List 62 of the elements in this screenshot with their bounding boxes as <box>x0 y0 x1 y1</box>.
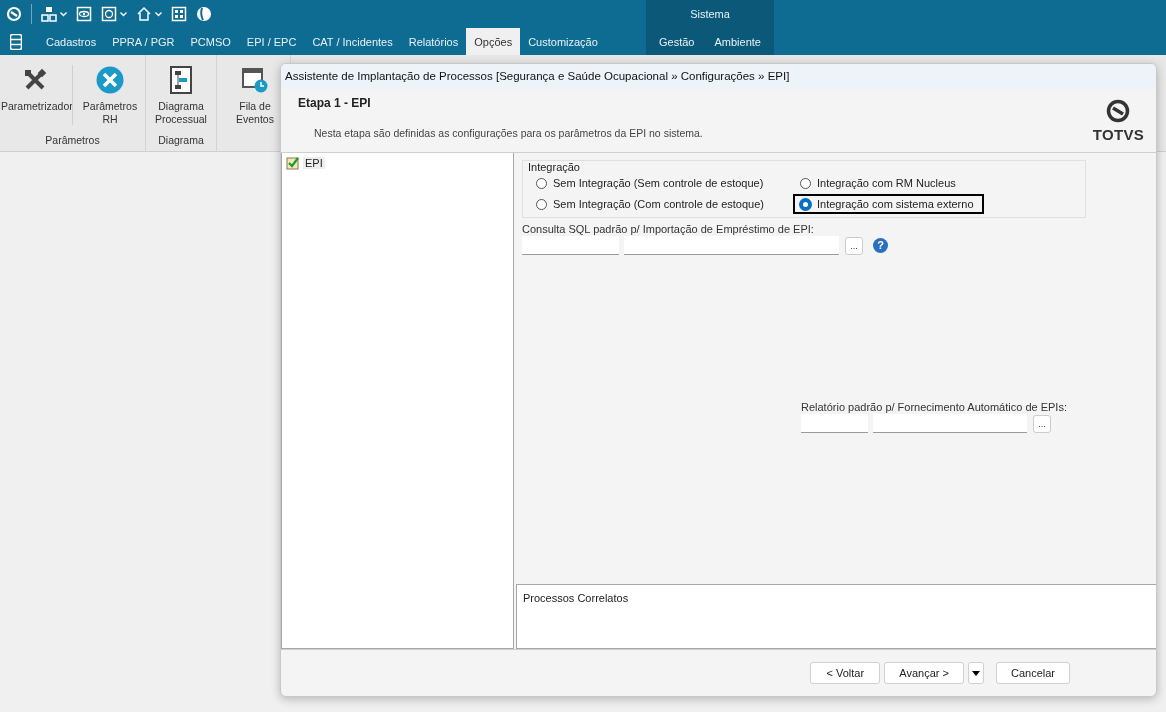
chevron-icon <box>120 11 127 17</box>
refresh-icon <box>101 6 117 22</box>
menu-tab[interactable]: PCMSO <box>182 28 239 55</box>
wizard-button[interactable]: Avançar > <box>884 662 964 684</box>
diagram-icon <box>170 66 192 94</box>
logo-icon <box>1106 99 1131 123</box>
ribbon-button[interactable]: Diagrama Processual <box>146 65 216 131</box>
group-title: Integração <box>528 161 583 173</box>
wizard-button[interactable]: Cancelar <box>995 662 1070 684</box>
dropdown-button[interactable] <box>967 662 984 684</box>
logo-text: TOTVS <box>1092 126 1144 143</box>
step-description: Nesta etapa são definidas as configurações para os parâmetros da EPI no sistema. <box>313 126 703 139</box>
ribbon-button[interactable]: Parametrizador <box>0 65 70 131</box>
step-title: Etapa 1 - EPI <box>297 95 372 110</box>
field-label: Consulta SQL padrão p/ Importação de Empréstimo de EPI: <box>522 223 815 235</box>
menu-tab[interactable]: CAT / Incidentes <box>304 28 401 55</box>
network-icon <box>41 6 57 22</box>
ribbon-button[interactable]: Parâmetros RH <box>75 65 145 131</box>
menu-tab[interactable]: EPI / EPC <box>238 28 305 55</box>
toolbar-button[interactable] <box>76 6 92 22</box>
home-icon <box>136 6 152 22</box>
browse-button[interactable]: ... <box>1033 414 1051 433</box>
tree-item[interactable]: EPI <box>303 157 325 169</box>
wizard-button[interactable]: < Voltar <box>810 662 881 684</box>
code-field[interactable] <box>522 236 619 255</box>
logo-icon <box>6 6 22 22</box>
radio-option[interactable]: Sem Integração (Com controle de estoque) <box>529 194 774 214</box>
chevron-icon <box>155 11 162 17</box>
radio-option[interactable]: Sem Integração (Sem controle de estoque) <box>529 173 774 193</box>
radio-option[interactable]: Integração com RM Nucleus <box>793 173 966 193</box>
menu-tab[interactable]: Gestão <box>649 28 705 55</box>
tab-group-title: Sistema <box>689 7 731 22</box>
toolbar-button[interactable] <box>171 6 187 22</box>
field-label: Relatório padrão p/ Fornecimento Automático de EPIs: <box>801 401 1068 413</box>
menu-tab[interactable]: Ambiente <box>704 28 771 55</box>
browse-button[interactable]: ... <box>845 236 863 255</box>
menu-tab[interactable]: Customização <box>520 28 606 55</box>
code-field[interactable] <box>801 414 868 433</box>
panel-title: Processos Correlatos <box>522 591 630 606</box>
toolbar-button[interactable] <box>41 6 67 22</box>
toolbar-button[interactable] <box>6 6 22 22</box>
toolbar-button[interactable] <box>101 6 127 22</box>
radio-option[interactable]: Integração com sistema externo <box>793 194 984 214</box>
description-field[interactable] <box>624 236 839 255</box>
menu-tab[interactable]: Cadastros <box>38 28 105 55</box>
menu-icon <box>10 33 22 50</box>
grid-icon <box>171 6 187 22</box>
caret-icon <box>971 670 980 676</box>
chevron-icon <box>60 11 67 17</box>
toolbar-button[interactable] <box>136 6 162 22</box>
eye-icon <box>76 6 92 22</box>
group-label: Parâmetros <box>44 133 101 148</box>
menu-tab[interactable]: Relatórios <box>400 28 467 55</box>
description-field[interactable] <box>873 414 1027 433</box>
help-button[interactable]: ? <box>873 238 888 253</box>
globe-icon <box>196 6 212 22</box>
group-label: Diagrama <box>157 133 205 148</box>
menu-tab[interactable]: PPRA / PGR <box>104 28 183 55</box>
window-title: Assistente de Implantação de Processos [Segurança e Saúde Ocupacional » Configurações » EPI] <box>281 64 1156 89</box>
menu-tab[interactable]: Opções <box>466 28 521 55</box>
calendar-clock-icon <box>242 67 268 93</box>
toolbar-button[interactable] <box>196 6 212 22</box>
